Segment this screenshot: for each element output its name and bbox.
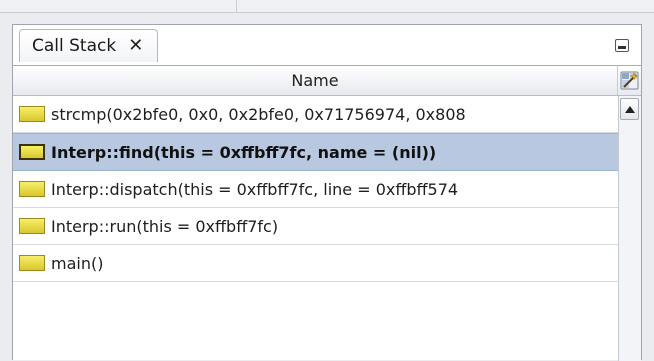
tab-bar: Call Stack ✕ (13, 25, 641, 66)
toolbar-divider (236, 0, 237, 12)
column-chooser-icon[interactable] (618, 66, 641, 95)
stack-frame-row-selected[interactable]: Interp::find(this = 0xffbff7fc, name = (… (13, 133, 618, 171)
stack-frame-text: Interp::find(this = 0xffbff7fc, name = (… (51, 142, 437, 162)
stack-frame-row[interactable]: Interp::run(this = 0xffbff7fc) (13, 208, 618, 245)
table-header: Name (13, 66, 641, 96)
column-header-name[interactable]: Name (13, 66, 618, 95)
close-icon[interactable]: ✕ (128, 37, 143, 55)
stack-frame-icon (19, 181, 45, 197)
vertical-scrollbar[interactable] (618, 96, 641, 361)
stack-frame-text: strcmp(0x2bfe0, 0x0, 0x2bfe0, 0x71756974… (51, 104, 466, 124)
stack-frame-icon (19, 218, 45, 234)
stack-frame-row[interactable]: main() (13, 245, 618, 282)
minimize-icon[interactable] (615, 39, 629, 52)
stack-frame-text: Interp::dispatch(this = 0xffbff7fc, line… (51, 179, 459, 199)
column-chooser-icon-graphic (620, 71, 639, 90)
stack-frame-icon (19, 144, 45, 160)
tab-call-stack[interactable]: Call Stack ✕ (19, 29, 159, 62)
stack-frame-row[interactable]: strcmp(0x2bfe0, 0x0, 0x2bfe0, 0x71756974… (13, 96, 618, 133)
tab-label: Call Stack (32, 36, 117, 56)
call-stack-list: strcmp(0x2bfe0, 0x0, 0x2bfe0, 0x71756974… (13, 96, 618, 361)
stack-frame-icon (19, 106, 45, 122)
stack-frame-text: Interp::run(this = 0xffbff7fc) (51, 216, 279, 236)
top-toolbar-strip (0, 0, 654, 13)
call-stack-panel: Call Stack ✕ Name strcmp(0x2bfe0, 0x0, 0… (12, 24, 642, 361)
stack-frame-row[interactable]: Interp::dispatch(this = 0xffbff7fc, line… (13, 171, 618, 208)
scroll-up-arrow-icon[interactable] (620, 98, 639, 120)
stack-frame-text: main() (51, 253, 104, 273)
scrollbar-track[interactable] (619, 122, 641, 361)
stack-frame-icon (19, 255, 45, 271)
